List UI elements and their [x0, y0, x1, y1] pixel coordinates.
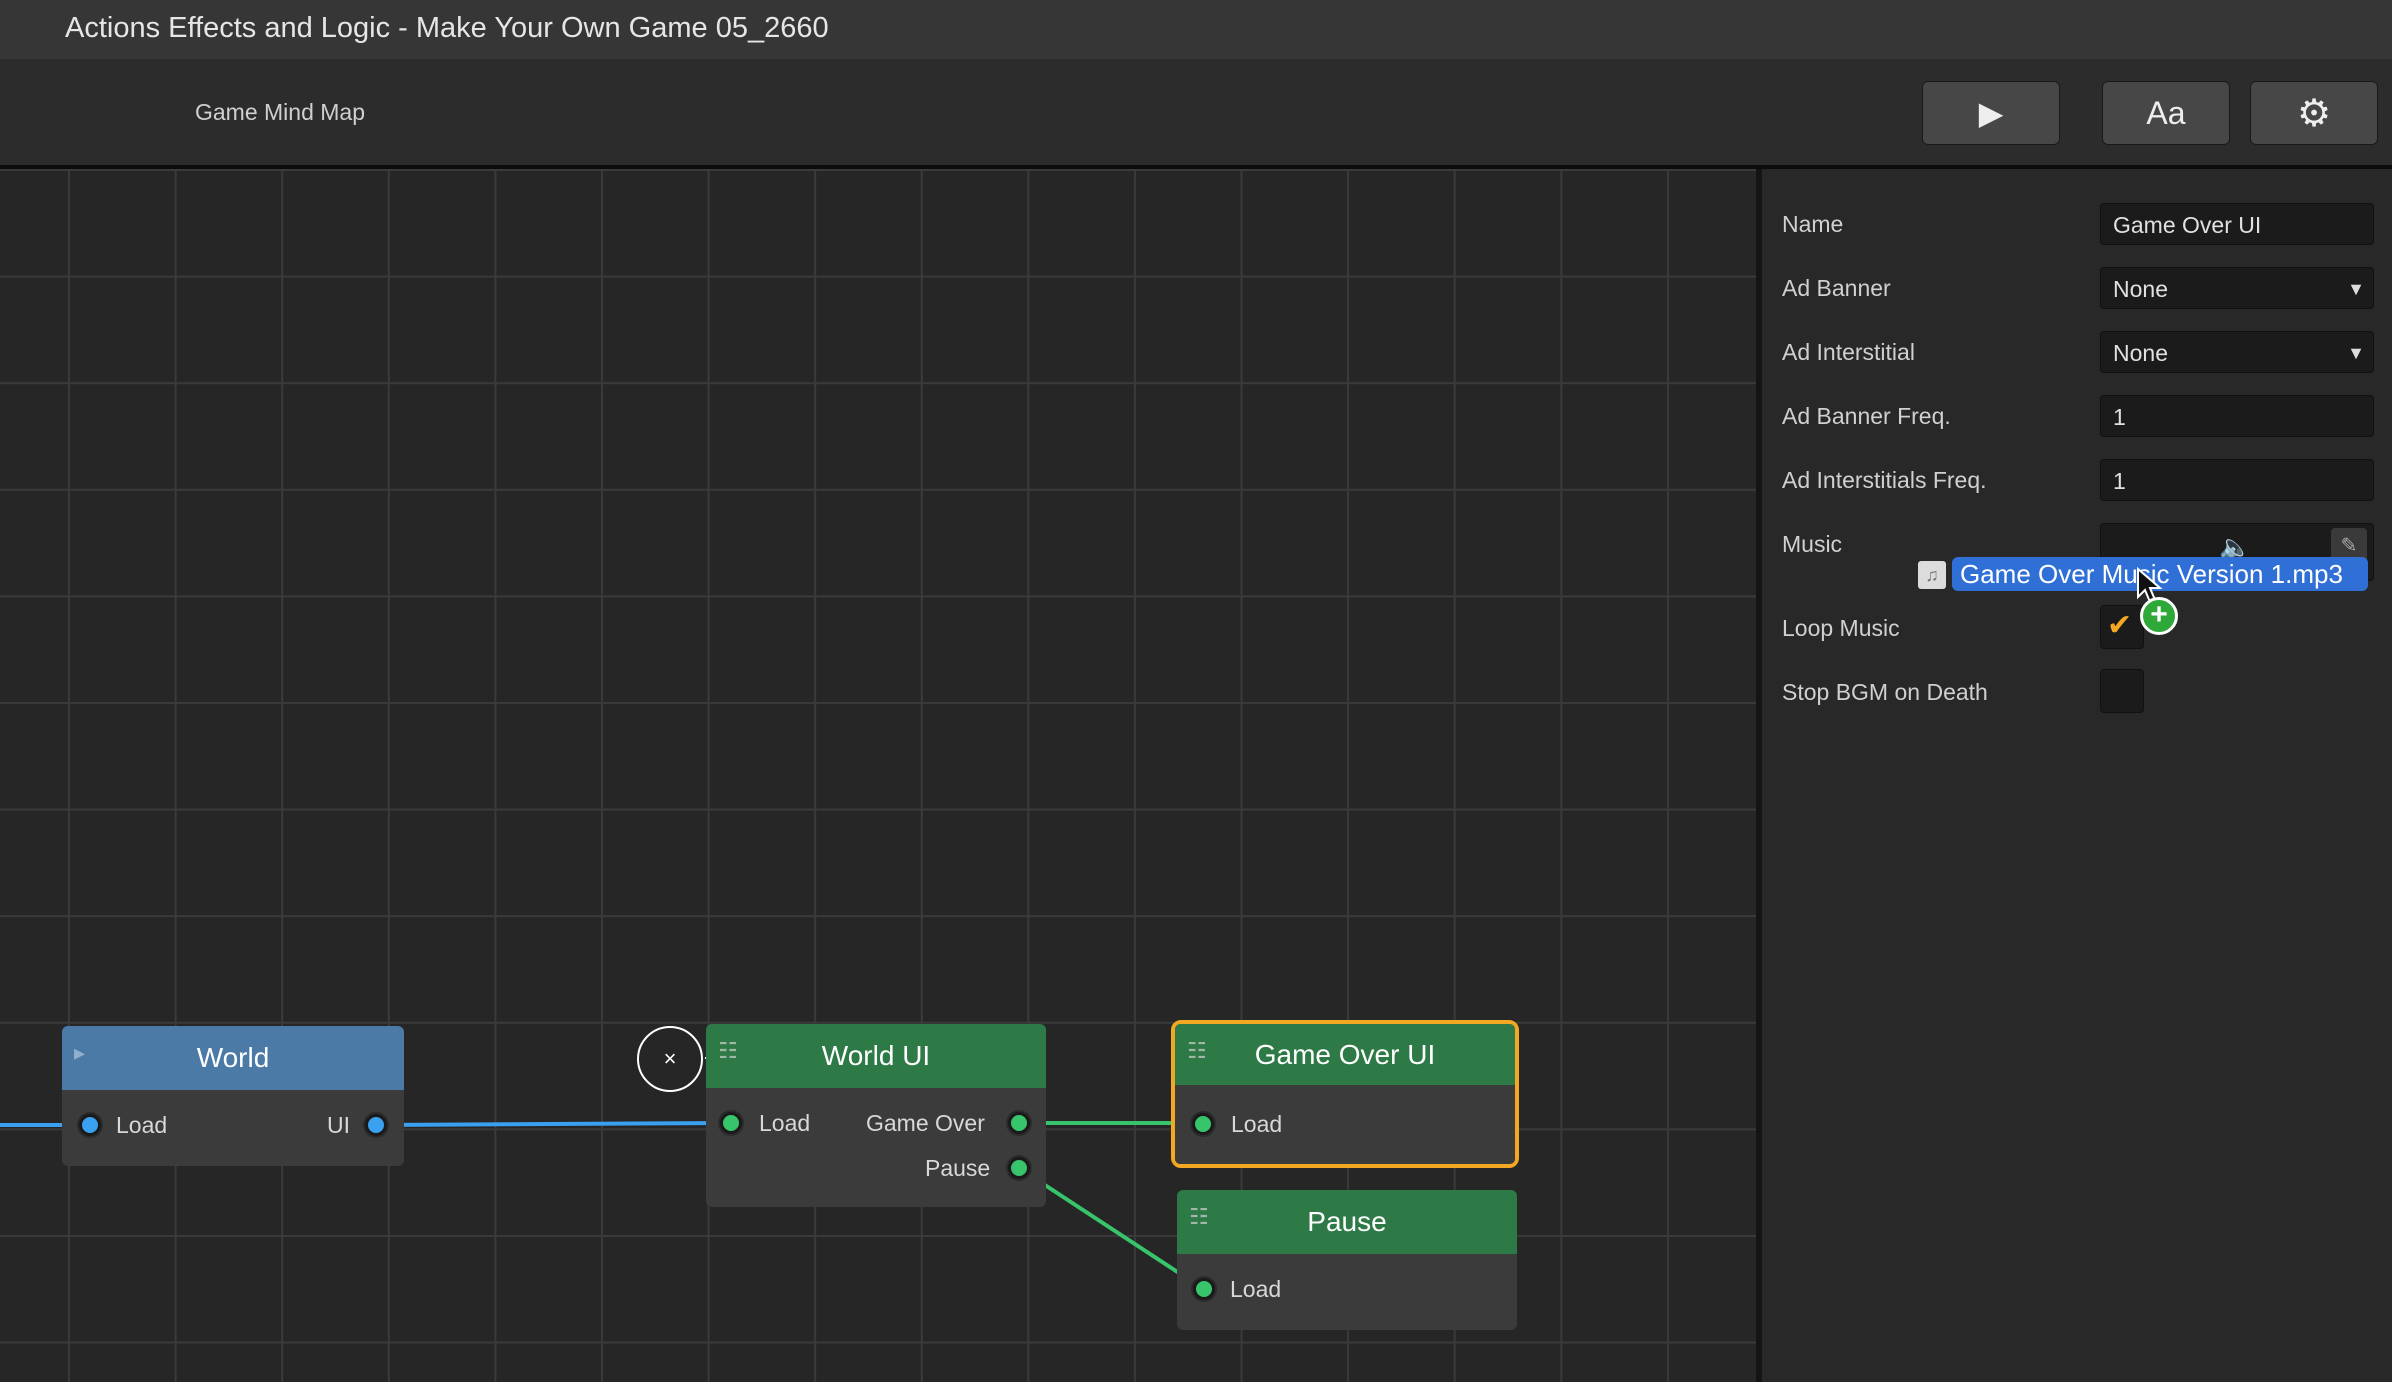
- loop-music-checkbox[interactable]: ✔: [2100, 605, 2144, 649]
- list-icon: ☷: [1187, 1038, 1207, 1063]
- game-over-ui-load-label: Load: [1231, 1111, 1283, 1137]
- ad-banner-freq-label: Ad Banner Freq.: [1782, 403, 1951, 429]
- disconnect-button[interactable]: ×: [637, 1026, 703, 1092]
- gear-icon: ⚙: [2296, 92, 2332, 135]
- add-badge-icon: +: [2140, 597, 2178, 635]
- font-button[interactable]: Aa: [2102, 81, 2230, 145]
- stop-bgm-checkbox[interactable]: [2100, 669, 2144, 713]
- name-field[interactable]: Game Over UI: [2100, 203, 2374, 245]
- toolbar: Game Mind Map ▶ Aa ⚙: [0, 59, 2392, 169]
- music-label: Music: [1782, 531, 1843, 557]
- list-icon: ☷: [718, 1038, 738, 1063]
- ad-banner-value: None: [2113, 276, 2168, 302]
- world-load-port[interactable]: [79, 1114, 101, 1136]
- node-pause[interactable]: ☷ Pause Load: [1177, 1190, 1517, 1330]
- world-ui-pause-port[interactable]: [1008, 1157, 1030, 1179]
- ad-interstitials-freq-field[interactable]: 1: [2100, 459, 2374, 501]
- world-ui-load-port[interactable]: [720, 1112, 742, 1134]
- play-button[interactable]: ▶: [1922, 81, 2060, 145]
- world-ui-label: UI: [327, 1112, 350, 1138]
- node-world-title: World: [196, 1042, 270, 1073]
- wire-world-to-world-ui: [375, 1121, 733, 1127]
- world-ui-gameover-port[interactable]: [1008, 1112, 1030, 1134]
- ad-banner-label: Ad Banner: [1782, 275, 1891, 301]
- list-icon: ☷: [1189, 1204, 1209, 1229]
- loop-music-label: Loop Music: [1782, 615, 1900, 641]
- mind-map-tab[interactable]: Game Mind Map: [195, 99, 365, 126]
- ad-banner-select[interactable]: None ▼: [2100, 267, 2374, 309]
- node-world-ui-body: Load Game Over Pause: [706, 1088, 1046, 1207]
- node-pause-title: Pause: [1307, 1206, 1387, 1237]
- audio-file-icon: ♫: [1918, 561, 1946, 589]
- world-ui-load-label: Load: [759, 1110, 811, 1136]
- pause-load-label: Load: [1230, 1276, 1282, 1302]
- node-game-over-ui-body: Load: [1175, 1085, 1515, 1164]
- stop-bgm-label: Stop BGM on Death: [1782, 679, 1988, 705]
- node-world-ui[interactable]: ☷ World UI Load Game Over Pause: [706, 1024, 1046, 1207]
- pause-load-port[interactable]: [1193, 1278, 1215, 1300]
- node-game-over-ui-header[interactable]: ☷ Game Over UI: [1175, 1024, 1515, 1085]
- window-title: Actions Effects and Logic - Make Your Ow…: [65, 12, 829, 44]
- checkmark-icon: ✔: [2107, 609, 2133, 642]
- ad-interstitial-select[interactable]: None ▼: [2100, 331, 2374, 373]
- ad-interstitial-label: Ad Interstitial: [1782, 339, 1915, 365]
- close-icon: ×: [663, 1046, 677, 1071]
- window-title-bar: Actions Effects and Logic - Make Your Ow…: [0, 0, 2392, 59]
- node-world-header[interactable]: ▸ World: [62, 1026, 404, 1090]
- ad-interstitials-freq-label: Ad Interstitials Freq.: [1782, 467, 1987, 493]
- game-over-ui-load-port[interactable]: [1192, 1113, 1214, 1135]
- ad-interstitial-value: None: [2113, 340, 2168, 366]
- node-game-over-ui-title: Game Over UI: [1254, 1038, 1436, 1070]
- name-label: Name: [1782, 211, 1844, 237]
- node-world-body: Load UI: [62, 1090, 404, 1166]
- entry-icon: ▸: [74, 1040, 86, 1065]
- font-icon: Aa: [2146, 94, 2186, 131]
- world-load-label: Load: [116, 1112, 168, 1138]
- world-ui-port[interactable]: [365, 1114, 387, 1136]
- chevron-down-icon: ▼: [2347, 279, 2365, 299]
- node-game-over-ui[interactable]: ☷ Game Over UI Load: [1171, 1020, 1519, 1168]
- chevron-down-icon: ▼: [2347, 343, 2365, 363]
- ad-banner-freq-field[interactable]: 1: [2100, 395, 2374, 437]
- world-ui-gameover-label: Game Over: [866, 1110, 985, 1136]
- settings-button[interactable]: ⚙: [2250, 81, 2378, 145]
- node-pause-body: Load: [1177, 1254, 1517, 1330]
- node-pause-header[interactable]: ☷ Pause: [1177, 1190, 1517, 1254]
- node-world[interactable]: ▸ World Load UI: [62, 1026, 404, 1166]
- node-canvas[interactable]: ▸ World Load UI × ☷ World UI Load Game O…: [0, 169, 1756, 1382]
- world-ui-pause-label: Pause: [925, 1155, 991, 1181]
- properties-panel: Name Game Over UI Ad Banner None ▼ Ad In…: [1762, 169, 2392, 1382]
- node-world-ui-title: World UI: [821, 1040, 931, 1071]
- play-icon: ▶: [1978, 95, 2004, 131]
- node-world-ui-header[interactable]: ☷ World UI: [706, 1024, 1046, 1088]
